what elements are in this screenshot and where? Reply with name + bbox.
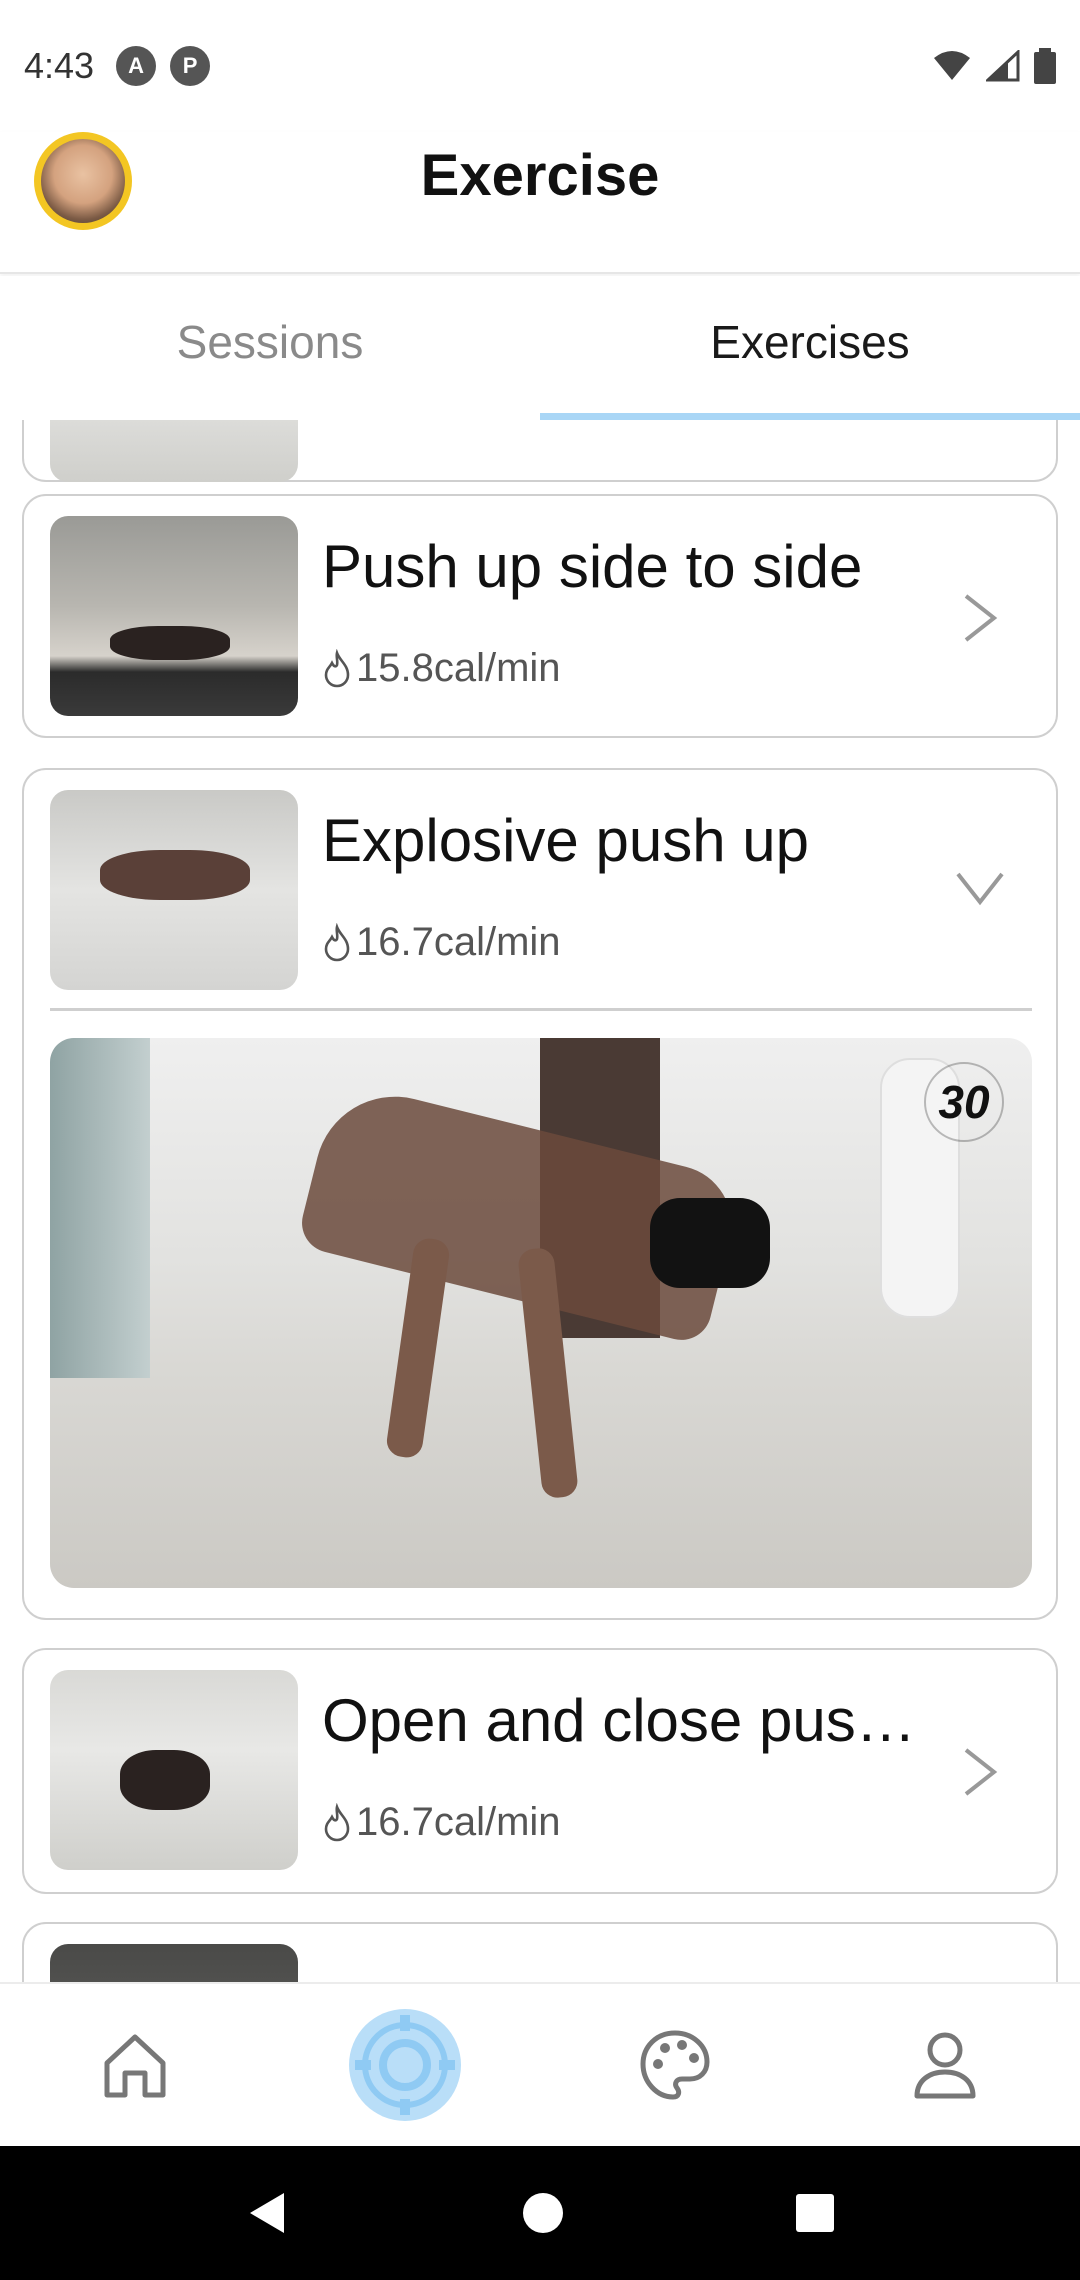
- list-item[interactable]: Open and close pus… 16.7cal/min: [22, 1648, 1058, 1894]
- chevron-right-icon[interactable]: [962, 1746, 998, 1798]
- list-item[interactable]: [22, 1922, 1058, 1982]
- tab-exercises[interactable]: Exercises: [540, 276, 1080, 420]
- recents-icon[interactable]: [794, 2192, 836, 2234]
- exercise-thumbnail: [50, 790, 298, 990]
- exercise-thumbnail: [50, 1670, 298, 1870]
- nav-palette[interactable]: [615, 2005, 735, 2125]
- wifi-icon: [934, 51, 970, 80]
- exercise-list[interactable]: Push up side to side 15.8cal/min Explosi…: [0, 420, 1080, 1982]
- status-indicators: [932, 48, 1056, 84]
- exerciser-figure: [100, 850, 250, 900]
- flame-icon: [324, 648, 350, 687]
- notification-app-icon: P: [170, 46, 211, 86]
- nav-active-indicator: [349, 2009, 461, 2121]
- status-time: 4:43: [24, 45, 95, 86]
- calories-value: 15.8cal/min: [356, 646, 561, 690]
- video-timer: 30: [924, 1062, 1004, 1142]
- page-title: Exercise: [420, 143, 660, 208]
- app-header: Exercise: [0, 132, 1080, 274]
- status-bar: 4:43 A P: [0, 0, 1080, 132]
- flame-icon: [324, 1802, 350, 1841]
- exercise-calories: 16.7cal/min: [322, 1800, 561, 1845]
- exercise-video[interactable]: 30: [50, 1038, 1032, 1588]
- target-icon: [355, 2015, 455, 2115]
- calories-value: 16.7cal/min: [356, 1800, 561, 1844]
- calories-value: 16.7cal/min: [356, 920, 561, 964]
- tab-bar: Sessions Exercises: [0, 276, 1080, 420]
- exerciser-figure: [120, 1750, 210, 1810]
- bottom-navigation: [0, 1982, 1080, 2146]
- exerciser-figure: [384, 1236, 452, 1460]
- palette-icon: [640, 2030, 710, 2100]
- video-scene: [50, 1038, 150, 1378]
- nav-profile[interactable]: [885, 2005, 1005, 2125]
- chevron-down-icon[interactable]: [954, 870, 1006, 906]
- exercise-title: Open and close pus…: [322, 1687, 916, 1754]
- exercise-thumbnail: [50, 1944, 298, 1982]
- list-item[interactable]: [22, 420, 1058, 482]
- exercise-title: Push up side to side: [322, 533, 863, 600]
- exercise-calories: 15.8cal/min: [322, 646, 561, 691]
- notification-app-icon: A: [116, 46, 157, 86]
- home-icon: [104, 2034, 166, 2098]
- exerciser-figure: [110, 626, 230, 660]
- list-item-expanded[interactable]: Explosive push up 16.7cal/min 30: [22, 768, 1058, 1620]
- profile-icon: [914, 2032, 976, 2099]
- cellular-signal-icon: [986, 50, 1020, 82]
- exercise-title: Explosive push up: [322, 807, 809, 874]
- exerciser-figure: [650, 1198, 770, 1288]
- exercise-thumbnail: [50, 420, 298, 482]
- nav-exercise[interactable]: [345, 2005, 465, 2125]
- back-icon[interactable]: [244, 2189, 292, 2237]
- divider: [50, 1008, 1032, 1011]
- exercise-thumbnail: [50, 516, 298, 716]
- nav-home[interactable]: [75, 2005, 195, 2125]
- home-circle-icon[interactable]: [521, 2191, 565, 2235]
- exercise-calories: 16.7cal/min: [322, 920, 561, 965]
- system-navigation-bar: [0, 2146, 1080, 2280]
- battery-icon: [1034, 48, 1056, 84]
- chevron-right-icon[interactable]: [962, 592, 998, 644]
- tab-sessions[interactable]: Sessions: [0, 276, 540, 420]
- flame-icon: [324, 922, 350, 961]
- list-item[interactable]: Push up side to side 15.8cal/min: [22, 494, 1058, 738]
